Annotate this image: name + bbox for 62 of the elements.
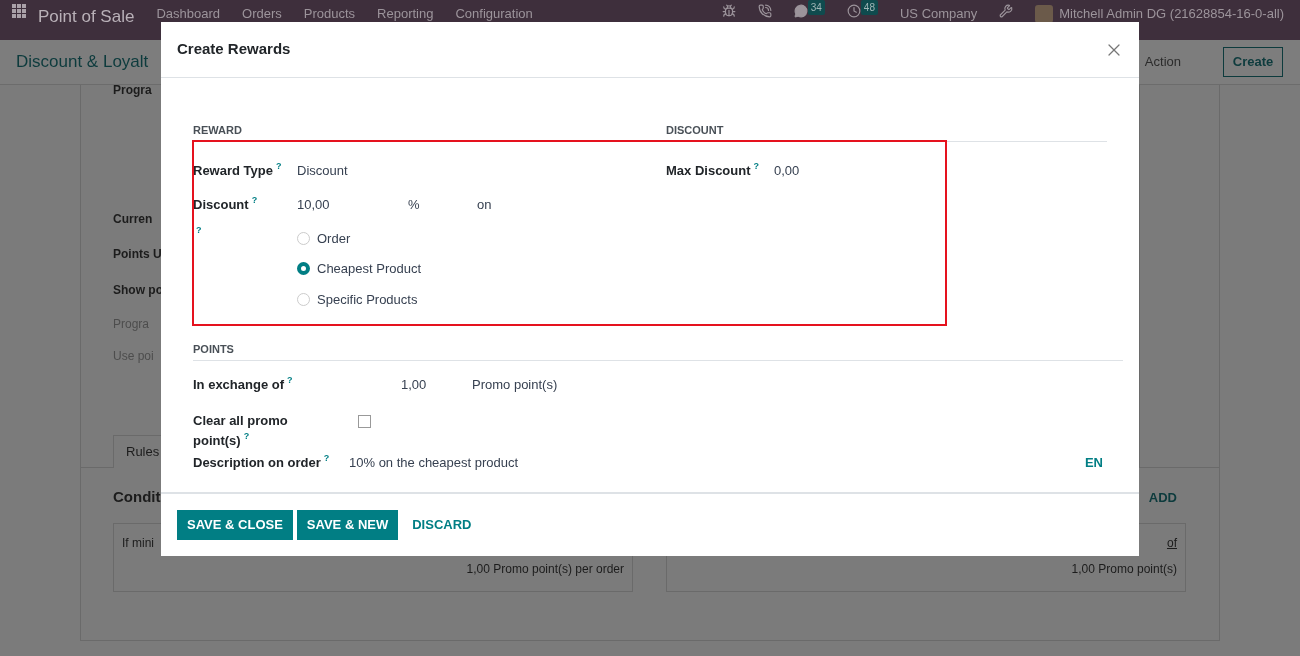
breadcrumb[interactable]: Discount & Loyalt [16,49,149,75]
help-mark[interactable]: ? [243,431,250,441]
checkbox[interactable] [358,415,371,428]
card-text: If mini [122,534,154,552]
user-name[interactable]: Mitchell Admin DG (21628854-16-0-all) [1059,4,1284,24]
field-label: In exchange of [193,376,285,392]
menu-item[interactable]: Configuration [455,4,533,24]
create-button[interactable]: Create [1223,47,1283,77]
field-label: Max Discount [666,162,751,178]
primary-button[interactable]: SAVE & NEW [296,510,399,540]
field-value: on [477,196,492,214]
section-heading: DISCOUNT [666,122,1107,142]
field-value: 1,00 [401,375,428,394]
section-title: Condit [113,487,161,507]
field-label: Clear all promo point(s) $^{?}$ [193,412,289,450]
field-label: Curren [113,211,153,228]
help-mark[interactable]: ? [323,453,330,463]
section-heading: REWARD [193,122,633,142]
card-text: of [1167,534,1177,552]
menu-item[interactable]: Products [303,4,356,24]
bug-icon[interactable] [721,4,736,18]
field-value: 10% on the cheapest product [349,454,520,472]
unit-text: % [408,196,421,214]
field-value: 0,00 [774,161,800,180]
tools-icon[interactable] [999,4,1014,18]
field-label: Reward Type [193,162,273,178]
primary-button[interactable]: SAVE & CLOSE [177,510,293,540]
help-mark[interactable]: ? [196,224,202,235]
menu-item[interactable]: Reporting [377,4,434,24]
field-value: 10,00 [297,196,331,214]
dialog-title: Create Rewards [177,39,291,60]
menu-item[interactable]: Dashboard [156,4,220,24]
radio-option[interactable]: Cheapest Product [297,259,422,279]
help-mark[interactable]: ? [251,195,258,205]
count-badge: 34 [807,0,825,15]
section-heading: POINTS [193,341,1123,361]
field-label: Discount [193,197,249,212]
field-value: Discount [297,161,348,180]
card-footer: 1,00 Promo point(s) per order [466,559,624,578]
phone-icon[interactable] [757,4,772,18]
clock-icon[interactable] [846,4,861,18]
action-menu[interactable]: Action [1144,52,1181,72]
add-link[interactable]: ADD [1148,487,1177,507]
count-badge: 48 [860,0,878,15]
menu-item[interactable]: Orders [242,4,282,24]
radio-option[interactable]: Specific Products [297,289,422,309]
app-name[interactable]: Point of Sale [38,4,135,30]
radio-option[interactable]: Order [297,228,422,248]
card-footer: 1,00 Promo point(s) [1071,559,1177,578]
avatar[interactable] [1035,4,1054,23]
help-mark[interactable]: ? [753,160,759,171]
company-switcher[interactable]: US Company [899,4,978,24]
language-button[interactable]: EN [1084,453,1103,473]
help-mark[interactable]: ? [275,160,282,171]
unit-text: Promo point(s) [472,375,558,394]
apps-grid-icon[interactable] [12,4,26,18]
radio-button[interactable] [297,262,310,276]
field-label: Progra [113,82,152,99]
field-label: Points U [113,246,162,263]
help-mark[interactable]: ? [287,374,293,385]
field-label: Description on order [193,455,321,470]
chat-icon[interactable] [793,4,808,18]
